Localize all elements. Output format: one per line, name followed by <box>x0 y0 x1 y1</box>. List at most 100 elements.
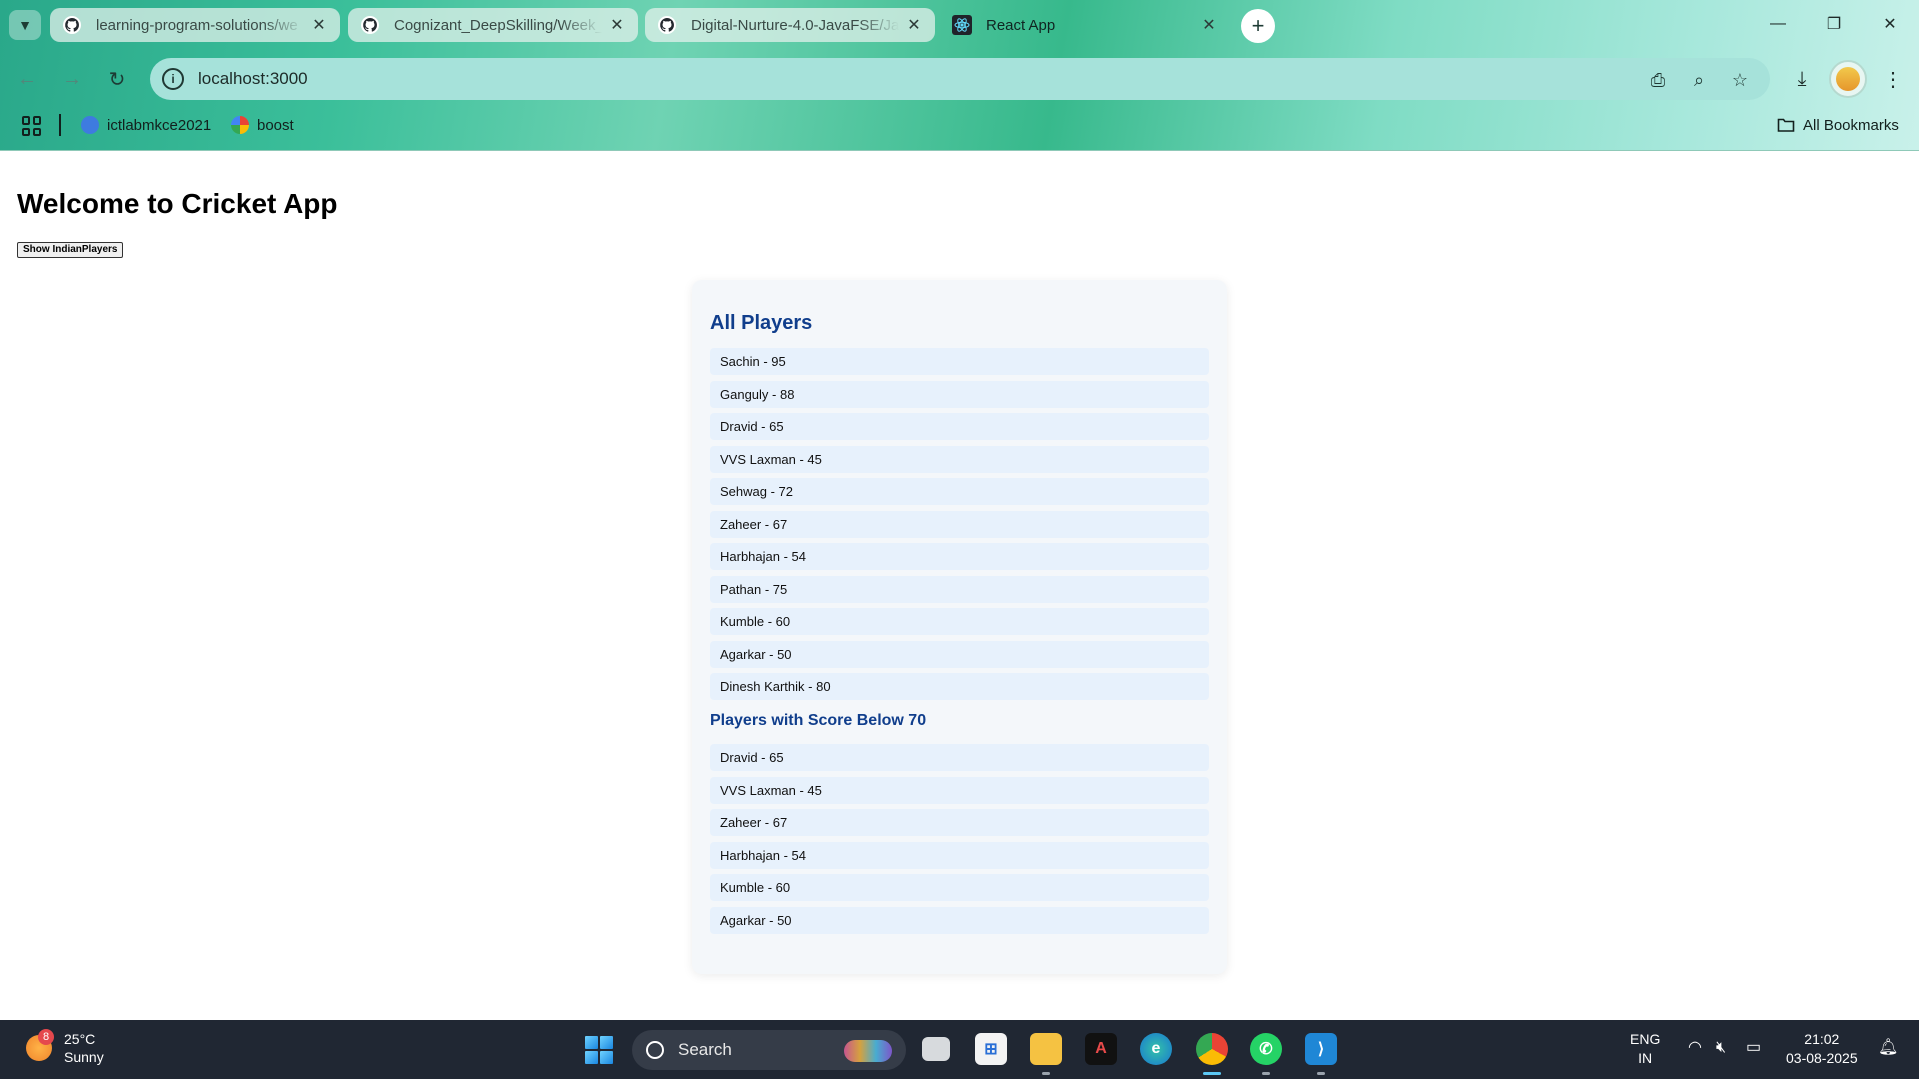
install-app-icon[interactable]: ⎙ <box>1645 67 1671 93</box>
battery-icon[interactable]: ▭ <box>1746 1038 1761 1057</box>
player-list-item: VVS Laxman - 45 <box>710 445 1209 473</box>
tab-title: Cognizant_DeepSkilling/Week_ <box>394 16 602 34</box>
edge-browser-icon[interactable]: e <box>1140 1033 1172 1065</box>
back-button[interactable]: ← <box>10 62 44 96</box>
browser-menu-button[interactable]: ⋮ <box>1874 60 1912 98</box>
back-arrow-icon: ← <box>17 67 37 90</box>
player-list-item: Agarkar - 50 <box>710 906 1209 934</box>
volume-muted-icon[interactable]: 🔇︎ <box>1716 1038 1726 1057</box>
avatar-image <box>1836 67 1860 91</box>
bookmark-star-icon[interactable]: ☆ <box>1727 67 1753 93</box>
tab-cognizant-deepskilling[interactable]: Cognizant_DeepSkilling/Week_ ✕ <box>348 8 638 42</box>
wifi-icon[interactable]: ◠ <box>1688 1038 1702 1057</box>
player-list-item: Zaheer - 67 <box>710 510 1209 538</box>
profile-avatar[interactable] <box>1829 60 1867 98</box>
bookmark-boost[interactable]: boost <box>231 114 294 136</box>
apps-grid-icon[interactable] <box>22 116 42 136</box>
player-list-item: VVS Laxman - 45 <box>710 776 1209 804</box>
bookmarks-separator <box>59 114 61 136</box>
page-viewport: Welcome to Cricket App Show IndianPlayer… <box>0 152 1919 1020</box>
github-icon <box>63 16 81 34</box>
player-list-item: Sehwag - 72 <box>710 478 1209 505</box>
page-title: Welcome to Cricket App <box>17 188 338 219</box>
chrome-browser-icon[interactable] <box>1196 1033 1228 1065</box>
address-bar[interactable]: i localhost:3000 ⎙ ⌕ ☆ <box>150 58 1770 100</box>
close-window-button[interactable]: ✕ <box>1862 0 1918 48</box>
github-icon <box>361 16 379 34</box>
new-tab-button[interactable]: + <box>1241 9 1275 43</box>
temperature: 25°C <box>64 1031 96 1047</box>
close-tab-icon[interactable]: ✕ <box>310 15 328 35</box>
player-list-item: Dinesh Karthik - 80 <box>710 673 1209 700</box>
player-list-item: Ganguly - 88 <box>710 380 1209 408</box>
player-list-item: Dravid - 65 <box>710 413 1209 440</box>
taskbar-search[interactable]: Search <box>632 1030 906 1070</box>
chevron-down-icon: ▼ <box>18 17 32 33</box>
tab-strip: ▼ learning-program-solutions/we ✕ Cogniz… <box>0 0 1919 50</box>
player-list-item: Kumble - 60 <box>710 874 1209 901</box>
reload-button[interactable]: ↻ <box>100 62 134 96</box>
player-list-item: Kumble - 60 <box>710 608 1209 635</box>
app-indicator <box>1262 1072 1270 1075</box>
browser-toolbar: ← → ↻ i localhost:3000 ⎙ ⌕ ☆ ⤓ ⋮ <box>0 52 1919 104</box>
bookmarks-bar: ictlabmkce2021 boost All Bookmarks <box>0 108 1919 142</box>
task-view-icon[interactable] <box>922 1037 950 1061</box>
url-text[interactable]: localhost:3000 <box>198 69 308 89</box>
players-card: All Players Sachin - 95 Ganguly - 88 Dravi… <box>692 280 1227 974</box>
forward-button[interactable]: → <box>55 62 89 96</box>
bookmark-ictlabmkce2021[interactable]: ictlabmkce2021 <box>81 114 211 136</box>
site-info-icon[interactable]: i <box>162 68 184 90</box>
weather-condition: Sunny <box>64 1049 104 1065</box>
close-tab-icon[interactable]: ✕ <box>905 15 923 35</box>
weather-widget[interactable]: 8 25°C Sunny <box>26 1029 104 1066</box>
react-icon <box>952 15 972 35</box>
notification-badge: 8 <box>38 1029 54 1045</box>
app-indicator <box>1317 1072 1325 1075</box>
player-list-item: Pathan - 75 <box>710 575 1209 603</box>
language-indicator[interactable]: ENG IN <box>1630 1030 1660 1068</box>
close-tab-icon[interactable]: ✕ <box>608 15 626 35</box>
file-explorer-icon[interactable] <box>1030 1033 1062 1065</box>
windows-start-button[interactable] <box>585 1036 613 1064</box>
whatsapp-icon[interactable]: ✆ <box>1250 1033 1282 1065</box>
restore-button[interactable]: ❐ <box>1806 0 1862 48</box>
tab-react-app[interactable]: React App ✕ <box>940 8 1230 42</box>
player-list-item: Harbhajan - 54 <box>710 543 1209 570</box>
vscode-icon[interactable]: ⟩ <box>1305 1033 1337 1065</box>
close-tab-icon[interactable]: ✕ <box>1200 15 1218 35</box>
adobe-icon[interactable]: A <box>1085 1033 1117 1065</box>
bookmark-label: boost <box>257 116 294 134</box>
all-bookmarks-button[interactable]: All Bookmarks <box>1777 114 1899 136</box>
folder-icon <box>1777 118 1795 132</box>
plus-icon: + <box>1251 13 1265 38</box>
google-icon <box>231 116 249 134</box>
download-icon: ⤓ <box>1797 67 1807 90</box>
tab-digital-nurture[interactable]: Digital-Nurture-4.0-JavaFSE/Jav ✕ <box>645 8 935 42</box>
tab-title: learning-program-solutions/we <box>96 16 298 34</box>
zoom-icon[interactable]: ⌕ <box>1686 67 1712 93</box>
bookmark-label: ictlabmkce2021 <box>107 116 212 134</box>
date: 03-08-2025 <box>1786 1050 1858 1066</box>
tab-title: Digital-Nurture-4.0-JavaFSE/Jav <box>691 16 899 34</box>
language-code: ENG <box>1630 1031 1661 1047</box>
tab-title: React App <box>986 16 1056 34</box>
forward-arrow-icon: → <box>62 67 82 90</box>
all-players-heading: All Players <box>710 312 813 334</box>
tab-learning-program-solutions[interactable]: learning-program-solutions/we ✕ <box>50 8 340 42</box>
search-label: Search <box>678 1040 732 1059</box>
reload-icon: ↻ <box>108 68 126 91</box>
clock[interactable]: 21:02 03-08-2025 <box>1786 1030 1858 1068</box>
github-icon <box>658 16 676 34</box>
show-indian-players-button[interactable]: Show IndianPlayers <box>17 242 124 258</box>
minimize-button[interactable]: — <box>1750 0 1806 48</box>
microsoft-store-icon[interactable]: ⊞ <box>975 1033 1007 1065</box>
code-icon <box>81 116 99 134</box>
downloads-button[interactable]: ⤓ <box>1783 60 1821 98</box>
below70-heading: Players with Score Below 70 <box>710 712 927 729</box>
more-vertical-icon: ⋮ <box>1883 68 1903 91</box>
tab-search-button[interactable]: ▼ <box>9 10 41 40</box>
browser-chrome: ▼ learning-program-solutions/we ✕ Cogniz… <box>0 0 1919 151</box>
search-highlight-icon <box>844 1040 892 1062</box>
notification-bell-icon[interactable]: 🔔︎ <box>1878 1038 1898 1057</box>
app-indicator-active <box>1203 1072 1221 1075</box>
